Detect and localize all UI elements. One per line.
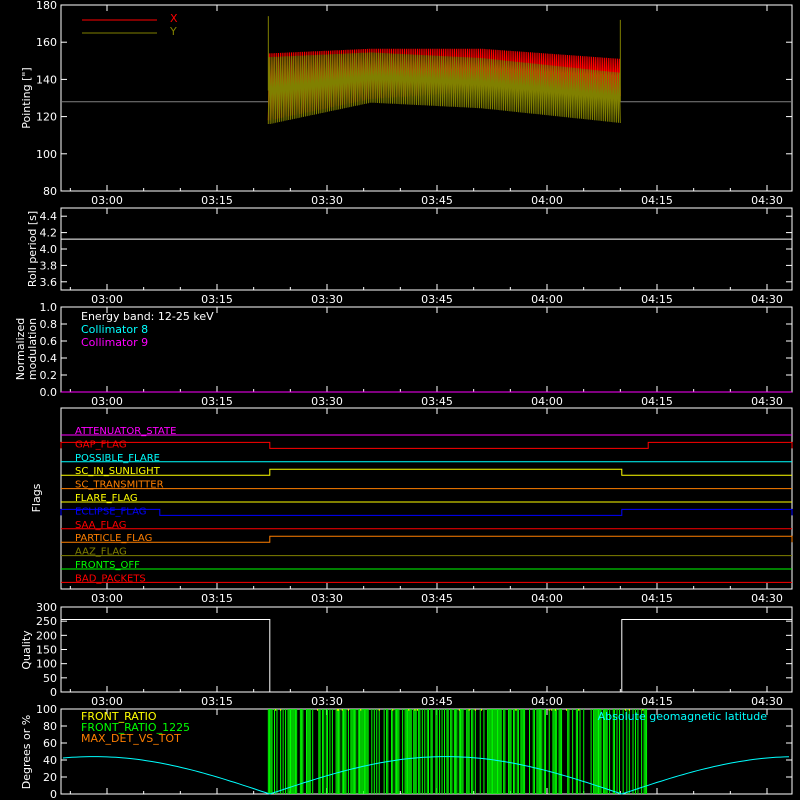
xtick-label: 04:00 bbox=[531, 592, 563, 605]
xtick-label: 03:00 bbox=[91, 592, 123, 605]
xtick-label: 03:30 bbox=[311, 194, 343, 207]
ytick-label: 0 bbox=[50, 686, 57, 699]
legend-energy-band: Energy band: 12-25 keV bbox=[81, 310, 214, 323]
quality-ylabel: Quality bbox=[20, 630, 33, 670]
xtick-label: 04:30 bbox=[751, 293, 783, 306]
xtick-label: 04:30 bbox=[751, 592, 783, 605]
xtick-label: 04:30 bbox=[751, 695, 783, 708]
ytick-label: 0.2 bbox=[40, 369, 58, 382]
roll-ylabel: Roll period [s] bbox=[26, 211, 39, 287]
xtick-label: 03:45 bbox=[421, 592, 453, 605]
xtick-label: 04:15 bbox=[641, 395, 673, 408]
xtick-label: 03:15 bbox=[201, 293, 233, 306]
ytick-label: 1.0 bbox=[40, 301, 58, 314]
degrees-ylabel: Degrees or % bbox=[20, 715, 33, 789]
ytick-label: 200 bbox=[36, 629, 57, 642]
flags-ylabel: Flags bbox=[30, 483, 43, 512]
ytick-label: 0.6 bbox=[40, 335, 58, 348]
xtick-label: 03:15 bbox=[201, 194, 233, 207]
ytick-label: 100 bbox=[36, 658, 57, 671]
xtick-label: 03:15 bbox=[201, 592, 233, 605]
ytick-label: 300 bbox=[36, 601, 57, 614]
modulation-ylabel-line2: modulation bbox=[26, 318, 39, 380]
observing-summary-figure: Pointing ["] 80 100 120 140 160 180 03:00 03:1… bbox=[0, 0, 800, 800]
xtick-label: 04:30 bbox=[751, 194, 783, 207]
xtick-label: 03:30 bbox=[311, 695, 343, 708]
ytick-label: 140 bbox=[36, 73, 57, 86]
ytick-label: 4.2 bbox=[40, 227, 58, 240]
xtick-label: 04:30 bbox=[751, 395, 783, 408]
legend-max-det-vs-tot: MAX_DET_VS_TOT bbox=[81, 732, 181, 745]
xtick-label: 03:00 bbox=[91, 695, 123, 708]
xtick-label: 03:30 bbox=[311, 395, 343, 408]
ytick-label: 3.8 bbox=[40, 259, 58, 272]
xtick-label: 03:45 bbox=[421, 293, 453, 306]
xtick-label: 03:30 bbox=[311, 592, 343, 605]
ytick-label: 60 bbox=[43, 737, 57, 750]
legend-collimator-9: Collimator 9 bbox=[81, 336, 148, 349]
xtick-label: 04:00 bbox=[531, 194, 563, 207]
ytick-label: 160 bbox=[36, 36, 57, 49]
xtick-label: 03:45 bbox=[421, 695, 453, 708]
xtick-label: 04:00 bbox=[531, 395, 563, 408]
ytick-label: 120 bbox=[36, 111, 57, 124]
legend-y-label: Y bbox=[169, 25, 177, 38]
ytick-label: 3.6 bbox=[40, 276, 58, 289]
xtick-label: 04:15 bbox=[641, 293, 673, 306]
xtick-label: 03:00 bbox=[91, 395, 123, 408]
ytick-label: 100 bbox=[36, 148, 57, 161]
ytick-label: 4.0 bbox=[40, 243, 58, 256]
ytick-label: 40 bbox=[43, 754, 57, 767]
ytick-label: 4.4 bbox=[40, 210, 58, 223]
ytick-label: 180 bbox=[36, 0, 57, 12]
pointing-ylabel: Pointing ["] bbox=[20, 67, 33, 128]
xtick-label: 03:00 bbox=[91, 194, 123, 207]
ytick-label: 0.4 bbox=[40, 352, 58, 365]
ytick-label: 50 bbox=[43, 672, 57, 685]
ytick-label: 80 bbox=[43, 185, 57, 198]
xtick-label: 03:45 bbox=[421, 395, 453, 408]
xtick-label: 04:00 bbox=[531, 695, 563, 708]
ytick-label: 20 bbox=[43, 771, 57, 784]
xtick-label: 04:15 bbox=[641, 695, 673, 708]
xtick-label: 03:30 bbox=[311, 293, 343, 306]
xtick-label: 04:15 bbox=[641, 592, 673, 605]
ytick-label: 250 bbox=[36, 615, 57, 628]
legend-collimator-8: Collimator 8 bbox=[81, 323, 148, 336]
xtick-label: 04:15 bbox=[641, 194, 673, 207]
flag-label-gap_flag: GAP_FLAG bbox=[75, 439, 127, 450]
ytick-label: 0.0 bbox=[40, 386, 58, 399]
xtick-label: 03:45 bbox=[421, 194, 453, 207]
xtick-label: 03:15 bbox=[201, 395, 233, 408]
xtick-label: 04:00 bbox=[531, 293, 563, 306]
ytick-label: 100 bbox=[36, 703, 57, 716]
xtick-label: 03:00 bbox=[91, 293, 123, 306]
ytick-label: 0.8 bbox=[40, 318, 58, 331]
ytick-label: 80 bbox=[43, 720, 57, 733]
ytick-label: 150 bbox=[36, 644, 57, 657]
legend-x-label: X bbox=[170, 12, 178, 25]
flag-label-eclipse_flag: ECLIPSE_FLAG bbox=[75, 506, 146, 517]
legend-geomagnetic-latitude: Absolute geomagnetic latitude bbox=[598, 710, 768, 723]
xtick-label: 03:15 bbox=[201, 695, 233, 708]
ytick-label: 0 bbox=[50, 788, 57, 800]
